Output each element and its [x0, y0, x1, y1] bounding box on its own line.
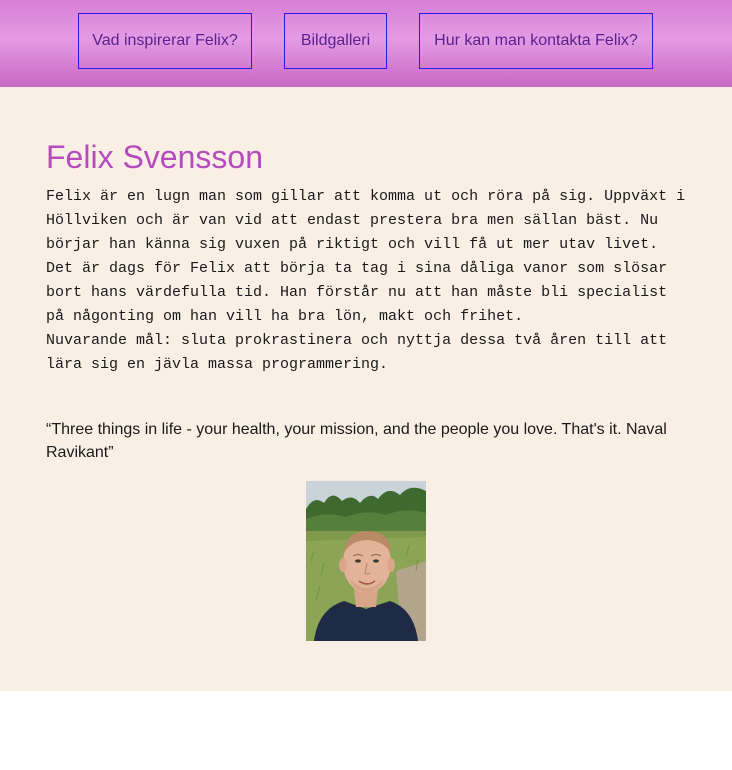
nav-link-contact[interactable]: Hur kan man kontakta Felix?	[419, 13, 653, 69]
page: Vad inspirerar Felix? Bildgalleri Hur ka…	[0, 0, 732, 770]
quote: “Three things in life - your health, you…	[46, 421, 667, 461]
portrait-photo	[306, 481, 426, 641]
page-title: Felix Svensson	[46, 139, 263, 175]
nav-link-inspiration[interactable]: Vad inspirerar Felix?	[78, 13, 252, 69]
nav-link-gallery[interactable]: Bildgalleri	[284, 13, 387, 69]
main-content: Felix Svensson Felix är en lugn man som …	[0, 87, 732, 691]
bio-paragraph: Felix är en lugn man som gillar att komm…	[46, 188, 686, 325]
bio-text: Felix är en lugn man som gillar att komm…	[46, 185, 686, 377]
top-navigation: Vad inspirerar Felix? Bildgalleri Hur ka…	[0, 0, 732, 87]
bio-goal: Nuvarande mål: sluta prokrastinera och n…	[46, 332, 668, 373]
